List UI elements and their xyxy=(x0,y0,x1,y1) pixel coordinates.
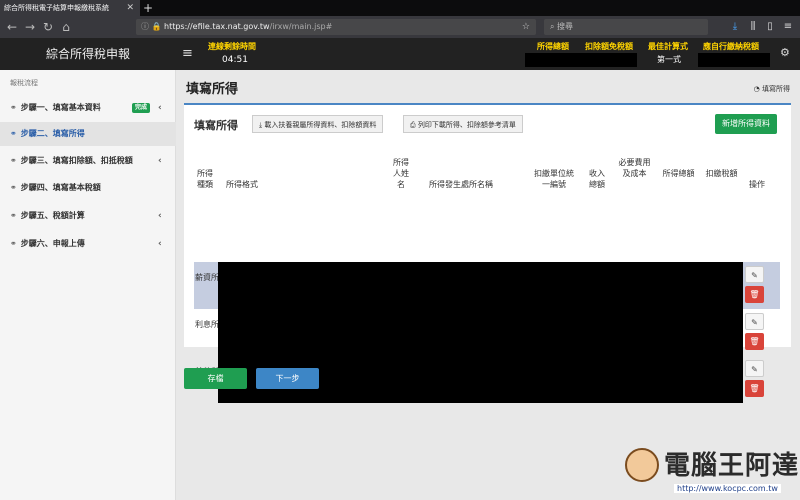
col-withholder-id: 扣繳單位統一編號 xyxy=(534,169,574,189)
link-icon: ⚭ xyxy=(10,103,17,112)
sidebar-item-label: 步驟二、填寫所得 xyxy=(20,129,85,138)
url-bar[interactable]: ⓘ 🔒 https://efile.tax.nat.gov.tw/irxw/ma… xyxy=(136,19,536,35)
add-income-button[interactable]: 新增所得資料 xyxy=(715,114,777,134)
sidebar-item-step3[interactable]: ⚭ 步驟三、填寫扣除額、扣抵稅額 ‹ xyxy=(0,149,176,173)
sidebar-item-label: 步驟三、填寫扣除額、扣抵稅額 xyxy=(20,156,133,165)
col-payer-name: 所得發生處所名稱 xyxy=(429,180,493,189)
status-badge: 完成 xyxy=(132,103,151,113)
sidebar-toggle-icon[interactable]: ▯ xyxy=(763,19,777,35)
lock-icon: ⓘ 🔒 xyxy=(141,22,162,31)
next-step-button[interactable]: 下一步 xyxy=(256,368,319,389)
redacted-income-value xyxy=(525,53,637,67)
tab-title: 綜合所得稅電子結算申報繳稅系統 xyxy=(4,4,109,12)
trash-icon[interactable]: 🗑 xyxy=(745,333,764,350)
sidebar-item-step4[interactable]: ⚭ 步驟四、填寫基本稅額 xyxy=(0,176,176,200)
chevron-left-icon: ‹ xyxy=(158,239,162,249)
gear-icon[interactable]: ⚙ xyxy=(780,46,790,59)
chevron-left-icon: ‹ xyxy=(158,156,162,166)
breadcrumb-current: 填寫所得 xyxy=(762,85,790,93)
watermark-url: http://www.kocpc.com.tw xyxy=(674,484,781,493)
edit-icon[interactable]: ✎ xyxy=(745,360,764,377)
total-income-label: 所得總額 xyxy=(537,42,569,51)
print-list-button[interactable]: ⎙ 列印下載所得、扣除額參考清單 xyxy=(403,115,523,133)
col-total-income: 所得總額 xyxy=(662,169,695,178)
col-actions: 操作 xyxy=(749,180,765,189)
search-input[interactable]: ⌕ 搜尋 xyxy=(544,19,708,35)
col-gross-income: 收入總額 xyxy=(589,169,605,189)
close-icon[interactable]: ✕ xyxy=(126,0,134,16)
url-domain: https://efile.tax.nat.gov.tw xyxy=(164,22,270,31)
browser-toolbar: ← → ↻ ⌂ ⓘ 🔒 https://efile.tax.nat.gov.tw… xyxy=(0,16,800,38)
home-icon[interactable]: ⌂ xyxy=(58,19,74,35)
search-placeholder: 搜尋 xyxy=(557,22,574,31)
hamburger-menu-icon[interactable]: ≡ xyxy=(781,19,795,35)
forward-icon[interactable]: → xyxy=(22,19,38,35)
print-list-label: 列印下載所得、扣除額參考清單 xyxy=(417,121,516,129)
link-icon: ⚭ xyxy=(10,211,17,220)
sidebar-item-step5[interactable]: ⚭ 步驟五、稅額計算 ‹ xyxy=(0,204,176,228)
new-tab-icon[interactable]: + xyxy=(143,0,153,16)
reload-icon[interactable]: ↻ xyxy=(40,19,56,35)
load-dependents-button[interactable]: ⤓ 載入扶養親屬所得資料、扣除額資料 xyxy=(252,115,384,133)
dashboard-icon: ◔ xyxy=(753,85,762,93)
edit-icon[interactable]: ✎ xyxy=(745,313,764,330)
tax-payable-label: 應自行繳納稅額 xyxy=(703,42,759,51)
sidebar-item-step2[interactable]: ⚭ 步驟二、填寫所得 xyxy=(0,122,176,146)
main-content: 填寫所得 ◔ 填寫所得 填寫所得 ⤓ 載入扶養親屬所得資料、扣除額資料 ⎙ 列印… xyxy=(176,70,800,500)
trash-icon[interactable]: 🗑 xyxy=(745,286,764,303)
session-timer-value: 04:51 xyxy=(222,55,248,65)
watermark-text: 電腦王阿達 xyxy=(664,451,800,481)
menu-toggle-icon[interactable]: ≡ xyxy=(182,38,193,70)
search-icon: ⌕ xyxy=(550,22,558,31)
redacted-tax-value xyxy=(698,53,770,67)
sidebar-item-step6[interactable]: ⚭ 步驟六、申報上傳 ‹ xyxy=(0,232,176,256)
col-income-type: 所得種類 xyxy=(197,169,213,189)
trash-icon[interactable]: 🗑 xyxy=(745,380,764,397)
save-button[interactable]: 存檔 xyxy=(184,368,247,389)
bookmark-star-icon[interactable]: ☆ xyxy=(522,19,530,35)
link-icon: ⚭ xyxy=(10,239,17,248)
chevron-left-icon: ‹ xyxy=(158,211,162,221)
url-path: /irxw/main.jsp# xyxy=(269,22,333,31)
col-recipient-name: 所得人姓名 xyxy=(393,158,409,189)
watermark-mascot xyxy=(625,448,659,482)
session-timer-label: 連線剩餘時間 xyxy=(208,42,256,51)
breadcrumb: ◔ 填寫所得 xyxy=(754,84,790,94)
library-icon[interactable]: ⫼ xyxy=(746,19,760,35)
sidebar-item-label: 步驟五、稅額計算 xyxy=(20,211,85,220)
chevron-left-icon: ‹ xyxy=(158,103,162,113)
app-header: 綜合所得稅申報 ≡ 連線剩餘時間 04:51 所得總額 扣除額免稅額 最佳計算式… xyxy=(0,38,800,70)
panel-title: 填寫所得 xyxy=(194,119,238,132)
deductions-label: 扣除額免稅額 xyxy=(585,42,633,51)
link-icon: ⚭ xyxy=(10,129,17,138)
sidebar-item-label: 步驟四、填寫基本稅額 xyxy=(20,183,101,192)
best-formula-label: 最佳計算式 xyxy=(648,42,688,51)
load-dependents-label: 載入扶養親屬所得資料、扣除額資料 xyxy=(264,121,377,129)
back-icon[interactable]: ← xyxy=(4,19,20,35)
sidebar-item-step1[interactable]: ⚭ 步驟一、填寫基本資料 完成 ‹ xyxy=(0,96,176,120)
brand-title: 綜合所得稅申報 xyxy=(45,47,130,61)
browser-tab[interactable]: 綜合所得稅電子結算申報繳稅系統 ✕ xyxy=(0,0,140,16)
sidebar-item-label: 步驟一、填寫基本資料 xyxy=(20,103,101,112)
col-withheld-tax: 扣繳稅額 xyxy=(705,169,738,178)
col-expenses: 必要費用及成本 xyxy=(618,158,651,178)
edit-icon[interactable]: ✎ xyxy=(745,266,764,283)
print-icon: ⎙ xyxy=(410,121,418,129)
page-title: 填寫所得 xyxy=(186,82,239,97)
sidebar: 報稅流程 ⚭ 步驟一、填寫基本資料 完成 ‹ ⚭ 步驟二、填寫所得 ⚭ 步驟三、填寫扣… xyxy=(0,70,176,500)
browser-tabbar: 綜合所得稅電子結算申報繳稅系統 ✕ + xyxy=(0,0,800,16)
download-icon[interactable]: ⤓ xyxy=(728,19,742,35)
link-icon: ⚭ xyxy=(10,156,17,165)
income-panel: 填寫所得 ⤓ 載入扶養親屬所得資料、扣除額資料 ⎙ 列印下載所得、扣除額參考清單… xyxy=(184,103,791,403)
link-icon: ⚭ xyxy=(10,183,17,192)
sidebar-heading: 報稅流程 xyxy=(10,79,38,87)
col-income-format: 所得格式 xyxy=(226,180,258,189)
sidebar-item-label: 步驟六、申報上傳 xyxy=(20,239,85,248)
best-formula-value: 第一式 xyxy=(657,55,681,64)
